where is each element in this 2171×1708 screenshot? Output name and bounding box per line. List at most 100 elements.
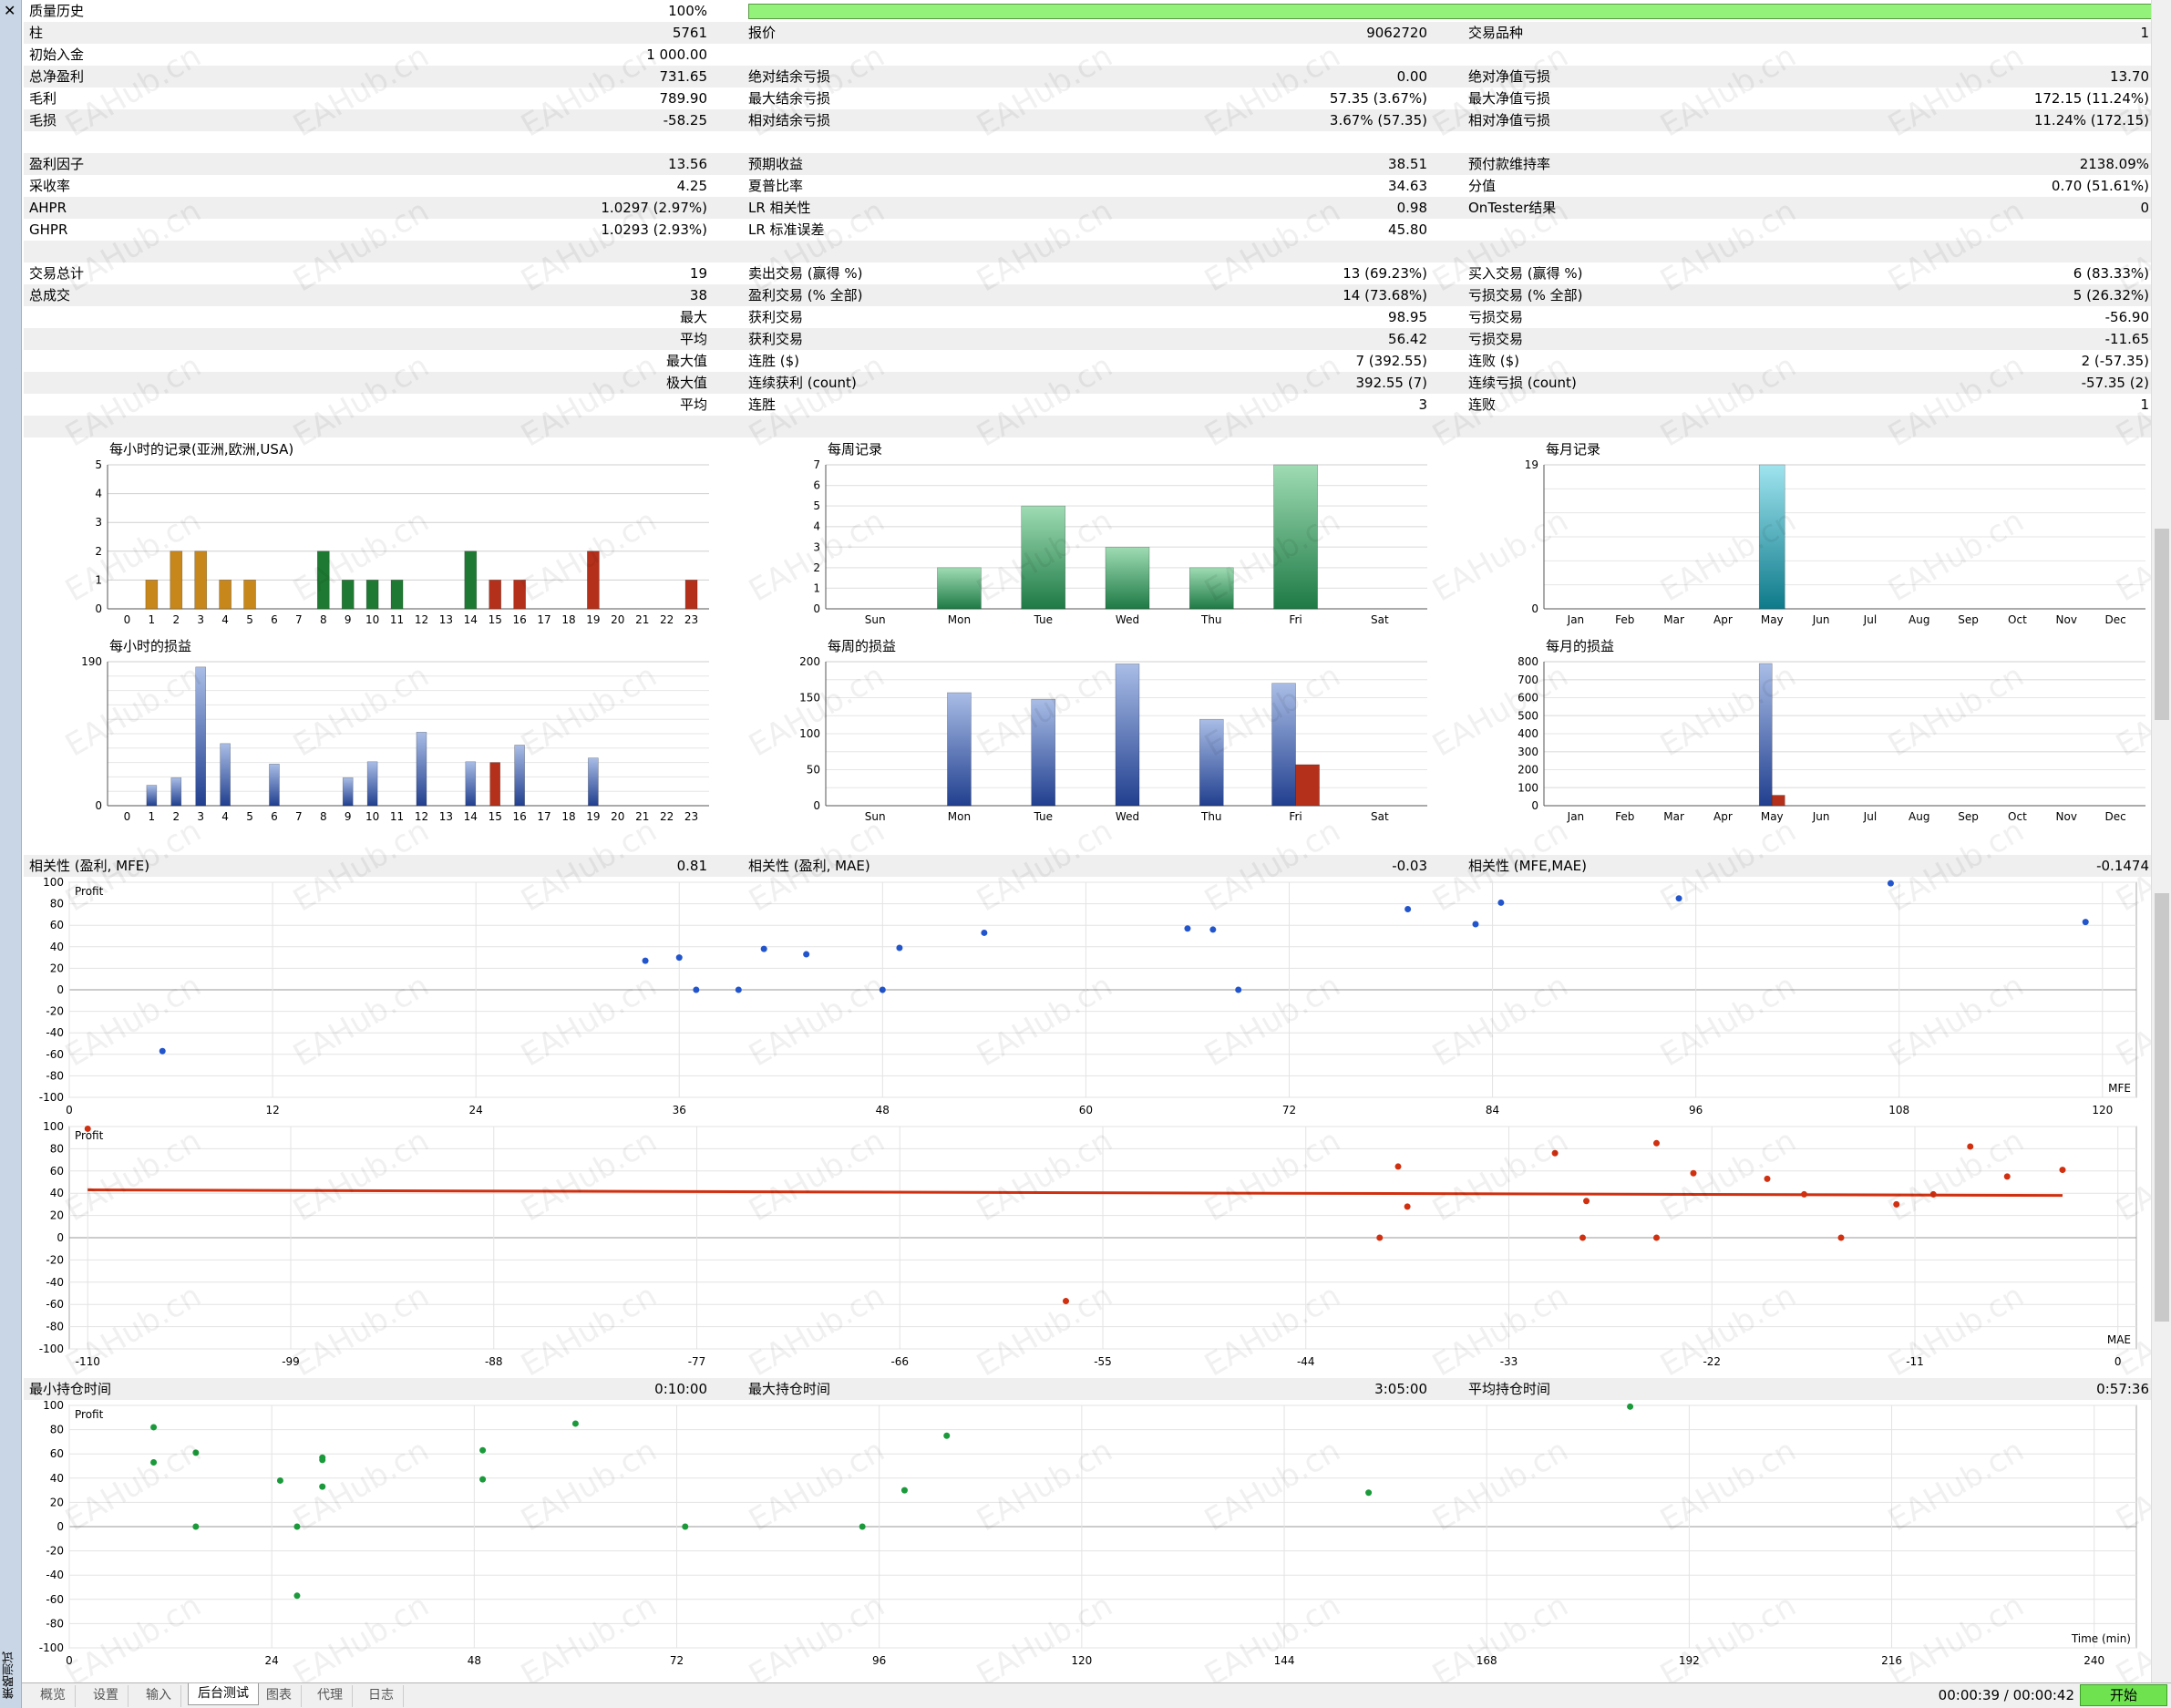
x-tick-label: Mar [1663, 810, 1684, 823]
x-tick-label: 12 [265, 1104, 279, 1116]
scrollbar-thumb[interactable] [2155, 529, 2169, 720]
y-tick-label: -80 [46, 1617, 64, 1630]
stats-label: LR 相关性 [748, 200, 811, 216]
x-tick-label: 0 [124, 810, 131, 823]
stats-label: 交易总计 [29, 265, 85, 282]
tab-5[interactable]: 代理 [308, 1685, 353, 1707]
holding-cell: 0:10:00 [654, 1381, 707, 1397]
side-panel: ✕ 策略测试 [0, 0, 22, 1708]
y-tick-label: -100 [39, 1343, 64, 1355]
tab-6[interactable]: 日志 [359, 1685, 404, 1707]
stats-row [24, 131, 2151, 153]
tab-0[interactable]: 概览 [31, 1685, 76, 1707]
x-tick-label: 0 [124, 613, 131, 626]
stats-row: 平均 连胜 3 连败 1 [24, 394, 2151, 416]
y-tick-label: 0 [95, 602, 102, 615]
x-tick-label: -77 [688, 1355, 706, 1368]
stats-value: 4.25 [676, 178, 707, 194]
y-tick-label: 6 [813, 479, 820, 492]
data-point [1472, 921, 1479, 928]
stats-value: 3 [1418, 396, 1427, 413]
x-tick-label: 192 [1679, 1654, 1700, 1667]
x-tick-label: Dec [2104, 810, 2125, 823]
stats-label: 盈利交易 (% 全部) [748, 287, 863, 304]
stats-value: 172.15 (11.24%) [2033, 90, 2149, 107]
stats-label: AHPR [29, 200, 67, 216]
y-tick-label: 60 [50, 919, 64, 931]
x-tick-label: 19 [586, 810, 600, 823]
stats-value: 98.95 [1388, 309, 1427, 325]
data-point [571, 1420, 579, 1427]
stats-label: 亏损交易 [1468, 331, 1524, 347]
data-point [276, 1476, 283, 1484]
stats-value: 13.56 [668, 156, 707, 172]
scatter-mfe-chart: 100806040200-20-40-60-80-1000 12 24 36 48 60 7… [39, 877, 2137, 1116]
y-tick-label: 100 [799, 727, 820, 740]
start-button[interactable]: 开始 [2080, 1684, 2167, 1706]
x-tick-label: 19 [586, 613, 600, 626]
chart-title: 每月的损益 [1546, 638, 1614, 654]
x-tick-label: 0 [2114, 1355, 2122, 1368]
data-point [1404, 1203, 1411, 1210]
vertical-scrollbar[interactable] [2151, 0, 2171, 1682]
stats-value: 平均 [679, 331, 707, 347]
x-tick-label: 72 [670, 1654, 684, 1667]
tab-1[interactable]: 设置 [84, 1685, 129, 1707]
y-tick-label: 0 [1531, 799, 1538, 812]
stats-value: 0.70 (51.61%) [2051, 178, 2149, 194]
tab-2[interactable]: 输入 [137, 1685, 181, 1707]
stats-label: 毛利 [29, 90, 57, 107]
data-point [1579, 1234, 1586, 1241]
x-tick-label: 8 [320, 810, 327, 823]
stats-value: 极大值 [665, 375, 707, 391]
correlation-cell: 相关性 (盈利, MAE) [748, 858, 870, 874]
correlation-cell: -0.1474 [2096, 858, 2149, 874]
x-tick-label: Aug [1909, 810, 1929, 823]
y-tick-label: 40 [50, 1472, 64, 1485]
x-tick-label: 2 [172, 613, 180, 626]
y-tick-label: -80 [46, 1321, 64, 1333]
x-tick-label: 144 [1274, 1654, 1295, 1667]
stats-row: 初始入金 1 000.00 [24, 44, 2151, 66]
y-tick-label: 0 [813, 799, 820, 812]
bar [195, 666, 207, 807]
x-tick-label: Nov [2056, 613, 2077, 626]
x-tick-label: Feb [1615, 810, 1634, 823]
y-tick-label: 800 [1518, 655, 1538, 668]
stats-row: 平均 获利交易 56.42 亏损交易 -11.65 [24, 328, 2151, 350]
x-tick-label: 5 [246, 810, 253, 823]
data-point [150, 1424, 158, 1431]
data-point [1653, 1139, 1660, 1147]
bar [489, 762, 501, 807]
scrollbar-thumb-2[interactable] [2155, 893, 2169, 1322]
bar [1273, 464, 1318, 610]
x-tick-label: 14 [464, 810, 478, 823]
stats-value: 56.42 [1388, 331, 1427, 347]
y-tick-label: -60 [46, 1298, 64, 1311]
x-tick-label: 20 [611, 613, 624, 626]
stats-value: 0.00 [1396, 68, 1427, 85]
x-tick-label: Sep [1958, 613, 1979, 626]
stats-value: 2138.09% [2079, 156, 2149, 172]
close-icon[interactable]: ✕ [4, 2, 15, 19]
y-tick-label: -60 [46, 1593, 64, 1606]
y-tick-label: 2 [813, 561, 820, 574]
tab-3[interactable]: 后台测试 [188, 1683, 259, 1705]
stats-label: 买入交易 (赢得 %) [1468, 265, 1583, 282]
tab-4[interactable]: 图表 [257, 1685, 302, 1707]
data-point [1653, 1234, 1660, 1241]
x-tick-label: May [1761, 613, 1784, 626]
data-point [735, 986, 742, 993]
x-tick-label: 8 [320, 613, 327, 626]
y-tick-label: -40 [46, 1026, 64, 1039]
x-tick-label: Fri [1289, 613, 1302, 626]
bar [937, 567, 982, 610]
y-tick-label: -20 [46, 1005, 64, 1018]
x-tick-label: -44 [1297, 1355, 1315, 1368]
data-point [1551, 1149, 1559, 1157]
y-tick-label: 100 [43, 1400, 64, 1412]
stats-label: 连胜 [748, 396, 777, 413]
bar [341, 580, 355, 610]
stats-row: 交易总计 19 卖出交易 (赢得 %) 13 (69.23%) 买入交易 (赢得 %) 6… [24, 262, 2151, 284]
correlation-cell: -0.03 [1392, 858, 1427, 874]
